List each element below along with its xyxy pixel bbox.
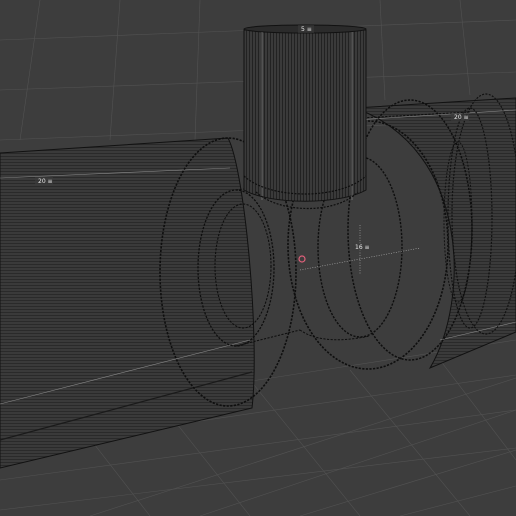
- tee-branch-pipe[interactable]: [243, 24, 367, 209]
- 3d-viewport[interactable]: 5 ≡ 20 ≡ 20 ≡ 16 ≡: [0, 0, 516, 516]
- dim-label-center-ring: 16 ≡: [355, 244, 370, 251]
- dim-label-left-pipe: 20 ≡: [38, 178, 53, 185]
- object-origin-icon[interactable]: [298, 255, 306, 263]
- viewport-canvas[interactable]: 5 ≡ 20 ≡ 20 ≡ 16 ≡: [0, 0, 516, 516]
- dim-label-right-pipe: 20 ≡: [454, 114, 469, 121]
- dim-label-tee-top: 5 ≡: [301, 26, 312, 33]
